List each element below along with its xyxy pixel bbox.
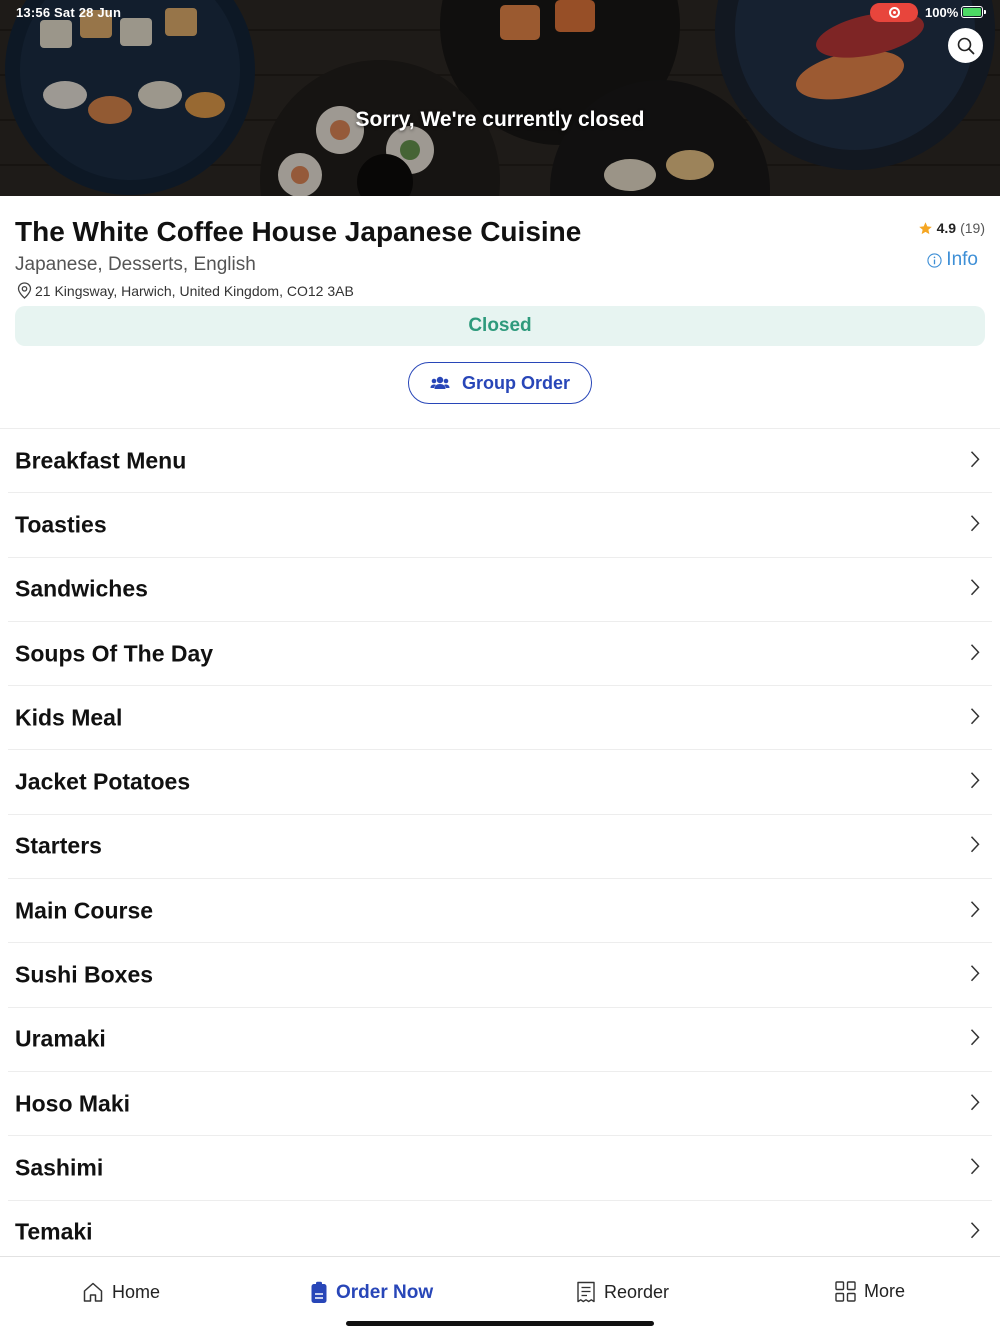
closed-message: Sorry, We're currently closed — [355, 108, 645, 131]
chevron-right-icon — [970, 836, 980, 853]
order-icon — [311, 1281, 327, 1303]
status-bar: 13:56 Sat 28 Jun 100% — [0, 0, 1000, 24]
tab-reorder[interactable]: Reorder — [576, 1281, 669, 1303]
chevron-right-icon — [970, 900, 980, 917]
menu-category-label: Sandwiches — [15, 575, 148, 602]
menu-category-label: Jacket Potatoes — [15, 768, 191, 795]
tab-label: Home — [112, 1281, 161, 1302]
info-link[interactable]: Info — [927, 249, 978, 271]
menu-category-label: Hoso Maki — [15, 1090, 131, 1117]
chevron-right-icon — [970, 1158, 980, 1175]
search-icon — [957, 37, 974, 54]
chevron-right-icon — [970, 708, 980, 725]
menu-category-item[interactable]: Sushi Boxes — [8, 943, 992, 1008]
chevron-right-icon — [970, 772, 980, 789]
chevron-right-icon — [970, 643, 980, 660]
home-indicator[interactable] — [346, 1321, 654, 1326]
group-icon — [430, 376, 450, 389]
group-order-button[interactable]: Group Order — [408, 362, 592, 404]
menu-category-item[interactable]: Main Course — [8, 879, 992, 944]
chevron-right-icon — [970, 450, 980, 467]
search-button[interactable] — [948, 28, 983, 63]
menu-category-list: Breakfast Menu Toasties Sandwiches Soups… — [0, 429, 1000, 1265]
chevron-right-icon — [970, 515, 980, 532]
menu-category-label: Uramaki — [15, 1025, 106, 1052]
restaurant-name: The White Coffee House Japanese Cuisine — [15, 216, 582, 247]
menu-category-item[interactable]: Uramaki — [8, 1008, 992, 1072]
menu-category-item[interactable]: Hoso Maki — [8, 1072, 992, 1137]
menu-category-item[interactable]: Starters — [8, 815, 992, 880]
battery-percent: 100% — [925, 5, 959, 20]
star-icon — [918, 221, 932, 234]
info-label: Info — [946, 249, 978, 270]
chevron-right-icon — [970, 1093, 980, 1110]
menu-category-item[interactable]: Sashimi — [8, 1136, 992, 1201]
receipt-icon — [577, 1281, 595, 1303]
rating-score: 4.9 — [936, 220, 957, 236]
menu-category-item[interactable]: Jacket Potatoes — [8, 750, 992, 815]
battery-icon — [961, 6, 986, 18]
tab-label: More — [864, 1281, 906, 1301]
tab-label: Reorder — [604, 1281, 670, 1302]
tab-label: Order Now — [336, 1281, 434, 1303]
menu-category-item[interactable]: Toasties — [8, 493, 992, 558]
tab-more[interactable]: More — [835, 1281, 905, 1302]
chevron-right-icon — [970, 579, 980, 596]
menu-category-label: Starters — [15, 832, 102, 859]
home-icon — [83, 1282, 103, 1302]
group-order-label: Group Order — [461, 372, 570, 393]
menu-category-item[interactable]: Breakfast Menu — [8, 429, 992, 494]
rating: 4.9 (19) — [918, 220, 985, 236]
location-pin-icon — [17, 282, 32, 299]
grid-icon — [835, 1281, 856, 1302]
menu-category-label: Kids Meal — [15, 704, 123, 731]
chevron-right-icon — [970, 1222, 980, 1239]
status-time: 13:56 Sat 28 Jun — [16, 5, 122, 20]
menu-category-label: Temaki — [15, 1218, 93, 1245]
address-text: 21 Kingsway, Harwich, United Kingdom, CO… — [35, 282, 354, 299]
menu-category-label: Toasties — [15, 511, 107, 538]
hero-overlay — [0, 0, 1000, 196]
chevron-right-icon — [970, 1029, 980, 1046]
menu-category-label: Soups Of The Day — [15, 640, 214, 667]
hero-banner: 13:56 Sat 28 Jun 100% Sorry, We're curre… — [0, 0, 1000, 196]
status-badge: Closed — [15, 306, 985, 346]
menu-category-label: Breakfast Menu — [15, 447, 187, 474]
menu-category-label: Main Course — [15, 897, 154, 924]
rating-count: (19) — [960, 220, 985, 236]
tab-home[interactable]: Home — [82, 1281, 160, 1303]
restaurant-address: 21 Kingsway, Harwich, United Kingdom, CO… — [17, 282, 354, 299]
menu-category-label: Sashimi — [15, 1154, 104, 1181]
menu-category-item[interactable]: Sandwiches — [8, 558, 992, 622]
restaurant-cuisines: Japanese, Desserts, English — [15, 254, 256, 275]
tab-order-now[interactable]: Order Now — [310, 1281, 433, 1304]
menu-category-label: Sushi Boxes — [15, 961, 154, 988]
screen-recording-icon — [870, 3, 918, 22]
chevron-right-icon — [970, 965, 980, 982]
info-icon — [927, 252, 942, 268]
menu-category-item[interactable]: Soups Of The Day — [8, 622, 992, 687]
menu-category-item[interactable]: Kids Meal — [8, 686, 992, 751]
